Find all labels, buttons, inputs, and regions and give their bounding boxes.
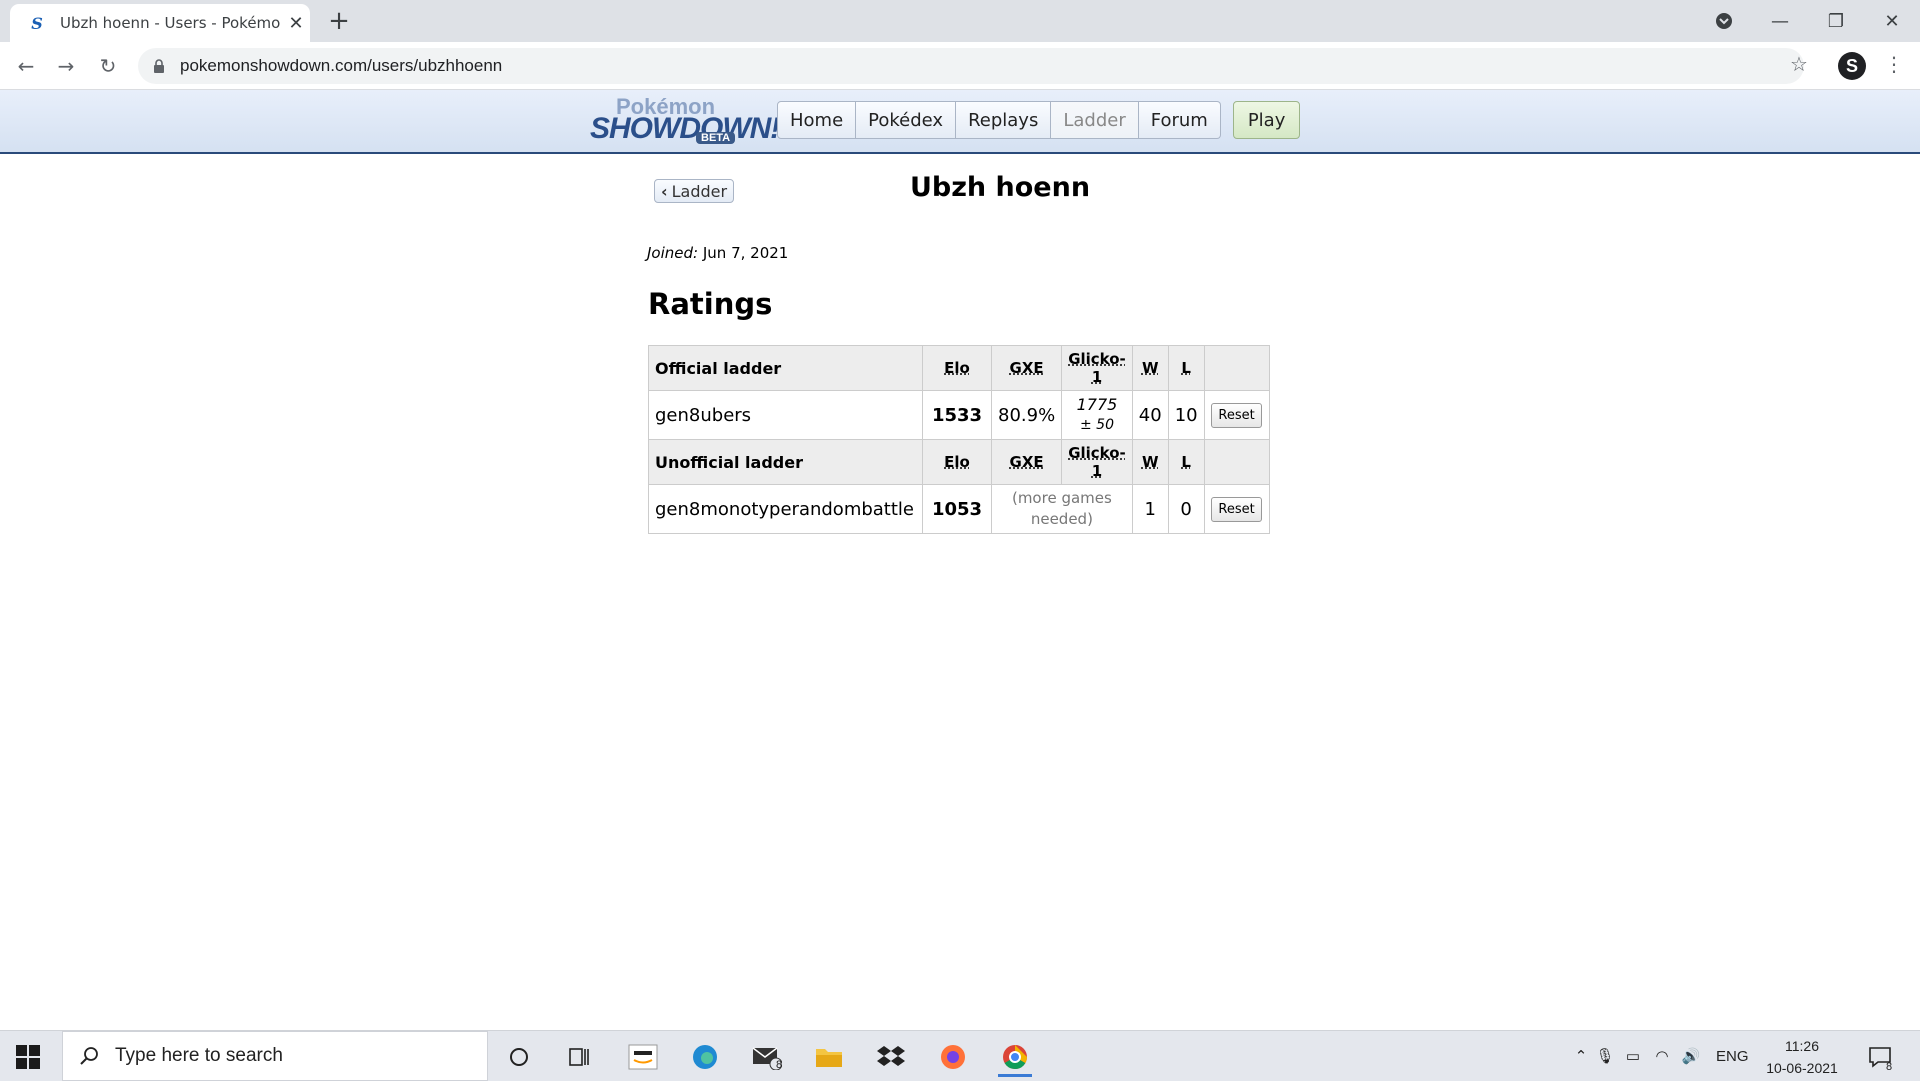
reload-icon[interactable]: ↻ (94, 52, 122, 80)
tab-title: Ubzh hoenn - Users - Pokémon Showdown (60, 14, 280, 32)
format-name: gen8monotyperandombattle (648, 484, 923, 534)
logo-showdown-text: SHOWDOWN! (590, 112, 780, 145)
close-window-button[interactable]: ✕ (1864, 0, 1920, 42)
nav-replays[interactable]: Replays (956, 101, 1052, 139)
back-arrow-icon[interactable]: ← (12, 52, 40, 80)
show-hidden-icons-icon[interactable]: ⌃ (1570, 1047, 1592, 1065)
minimize-button[interactable]: — (1752, 0, 1808, 42)
file-explorer-icon[interactable] (812, 1040, 846, 1074)
ratings-table: Official ladder Elo GXE Glicko-1 W L gen… (648, 345, 1270, 534)
wins-column-header: W (1131, 345, 1169, 391)
browser-menu-icon[interactable]: ⋮ (1884, 52, 1904, 76)
wins-value: 1 (1131, 484, 1169, 534)
format-name: gen8ubers (648, 390, 923, 440)
nav-forum[interactable]: Forum (1138, 101, 1221, 139)
table-row: gen8monotyperandombattle 1053 (more game… (648, 484, 1270, 534)
maximize-button[interactable]: ❐ (1808, 0, 1864, 42)
wins-column-header: W (1131, 439, 1169, 485)
joined-date: Jun 7, 2021 (702, 244, 789, 262)
reset-cell: Reset (1203, 484, 1270, 534)
reset-cell: Reset (1203, 390, 1270, 440)
glicko-deviation: ± 50 (1079, 417, 1114, 433)
tab-close-icon[interactable]: ✕ (286, 13, 306, 34)
losses-column-header: L (1167, 345, 1205, 391)
tray-icons: ⌃ 🎙 ▭ ◠ 🔊 ENG (1570, 1031, 1749, 1081)
mail-badge: 8 (776, 1059, 783, 1071)
elo-value: 1053 (922, 484, 992, 534)
tab-search-icon[interactable] (1696, 0, 1752, 42)
glicko-column-header: Glicko-1 (1061, 345, 1133, 391)
elo-column-header: Elo (922, 439, 992, 485)
reset-button[interactable]: Reset (1211, 496, 1262, 522)
search-icon (77, 1046, 101, 1066)
bookmark-star-icon[interactable]: ☆ (1790, 52, 1808, 76)
glicko-value: 1775 ± 50 (1061, 390, 1133, 440)
showdown-logo[interactable]: Pokémon SHOWDOWN! BETA (590, 94, 780, 148)
clock-time: 11:26 (1785, 1038, 1819, 1054)
table-row: gen8ubers 1533 80.9% 1775 ± 50 40 10 Res… (648, 390, 1270, 440)
gxe-column-header: GXE (990, 345, 1063, 391)
elo-value: 1533 (922, 390, 992, 440)
unofficial-ladder-header: Unofficial ladder (648, 439, 923, 485)
new-tab-button[interactable]: + (324, 6, 354, 36)
windows-start-icon[interactable] (16, 1045, 40, 1069)
ratings-heading: Ratings (648, 287, 773, 321)
taskbar: Type here to search 8 ⌃ 🎙 ▭ ◠ 🔊 ENG 11:2… (0, 1030, 1920, 1081)
nav-pokedex[interactable]: Pokédex (856, 101, 957, 139)
unofficial-header-row: Unofficial ladder Elo GXE Glicko-1 W L (648, 439, 1270, 485)
action-column-header (1203, 345, 1270, 391)
action-column-header (1203, 439, 1270, 485)
gxe-note: (more games needed) (991, 484, 1133, 534)
logo-beta-badge: BETA (696, 132, 736, 144)
official-ladder-header: Official ladder (648, 345, 923, 391)
address-bar[interactable]: pokemonshowdown.com/users/ubzhhoenn (138, 48, 1804, 84)
gxe-value: 80.9% (990, 390, 1063, 440)
chevron-left-icon: ‹ (661, 181, 668, 201)
url-text[interactable]: pokemonshowdown.com/users/ubzhhoenn (180, 56, 502, 76)
play-button[interactable]: Play (1232, 101, 1301, 139)
amazon-icon[interactable] (626, 1040, 660, 1074)
language-indicator[interactable]: ENG (1716, 1048, 1749, 1065)
gxe-column-header: GXE (990, 439, 1063, 485)
task-view-icon[interactable] (562, 1040, 596, 1074)
page-title: Ubzh hoenn (909, 172, 1091, 203)
losses-value: 10 (1167, 390, 1205, 440)
joined-info: Joined: Jun 7, 2021 (647, 244, 788, 262)
nav-home[interactable]: Home (777, 101, 857, 139)
notification-badge: 8 (1886, 1061, 1893, 1073)
glicko-rating: 1775 (1076, 395, 1118, 414)
joined-label: Joined: (647, 244, 699, 262)
dropbox-icon[interactable] (874, 1040, 908, 1074)
microphone-icon[interactable]: 🎙 (1592, 1047, 1618, 1065)
search-placeholder: Type here to search (115, 1045, 283, 1066)
losses-column-header: L (1167, 439, 1205, 485)
taskbar-search[interactable]: Type here to search (62, 1031, 488, 1081)
wins-value: 40 (1131, 390, 1169, 440)
wifi-icon[interactable]: ◠ (1648, 1047, 1676, 1065)
battery-icon[interactable]: ▭ (1618, 1047, 1648, 1065)
lock-icon (152, 59, 166, 73)
browser-tab[interactable]: S Ubzh hoenn - Users - Pokémon Showdown … (10, 4, 310, 42)
chrome-icon[interactable] (998, 1040, 1032, 1077)
browser-toolbar: ← → ↻ pokemonshowdown.com/users/ubzhhoen… (0, 42, 1920, 90)
losses-value: 0 (1167, 484, 1205, 534)
glicko-column-header: Glicko-1 (1061, 439, 1133, 485)
volume-icon[interactable]: 🔊 (1676, 1047, 1706, 1065)
nav-ladder[interactable]: Ladder (1051, 101, 1139, 139)
showdown-favicon-icon: S (31, 13, 43, 33)
edge-icon[interactable] (688, 1040, 722, 1074)
browser-tabstrip: S Ubzh hoenn - Users - Pokémon Showdown … (0, 0, 1920, 42)
system-clock[interactable]: 11:26 10-06-2021 (1762, 1035, 1842, 1079)
site-nav: Home Pokédex Replays Ladder Forum Play (777, 101, 1301, 139)
reset-button[interactable]: Reset (1211, 402, 1262, 428)
clock-date: 10-06-2021 (1766, 1060, 1838, 1076)
profile-avatar[interactable]: S (1838, 52, 1866, 80)
firefox-icon[interactable] (936, 1040, 970, 1074)
cortana-icon[interactable] (502, 1040, 536, 1074)
notifications-icon[interactable] (1864, 1040, 1898, 1074)
forward-arrow-icon[interactable]: → (52, 52, 80, 80)
elo-column-header: Elo (922, 345, 992, 391)
official-header-row: Official ladder Elo GXE Glicko-1 W L (648, 345, 1270, 391)
